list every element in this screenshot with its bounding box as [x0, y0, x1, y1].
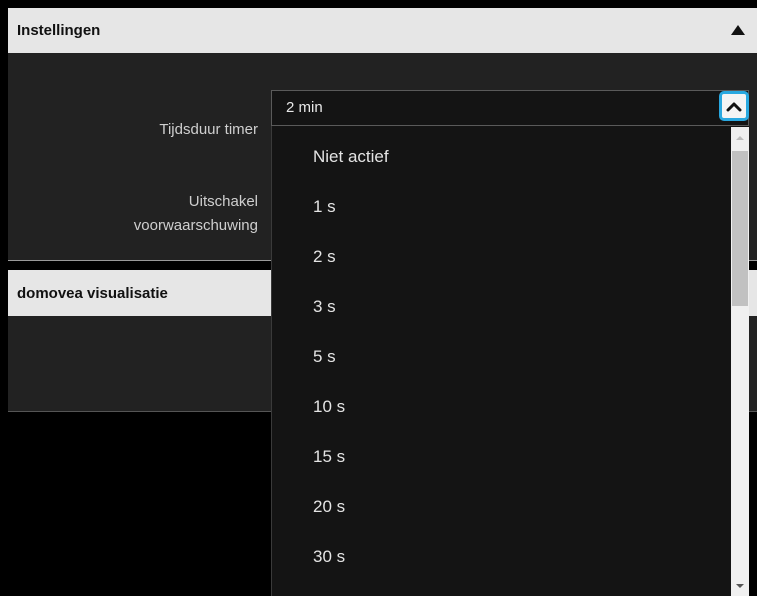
settings-section-title: Instellingen — [17, 22, 101, 39]
scrollbar-thumb[interactable] — [732, 151, 748, 306]
select-current-value: 2 min — [286, 99, 323, 116]
dropdown-toggle-button[interactable] — [719, 91, 749, 121]
timer-duration-label-text: Tijdsduur timer — [159, 121, 258, 138]
timer-duration-select[interactable]: 2 min — [271, 90, 749, 126]
dropdown-option[interactable]: 20 s — [313, 497, 345, 517]
dropdown-option[interactable]: 15 s — [313, 447, 345, 467]
shutdown-warning-label-line1: Uitschakel — [188, 193, 258, 210]
scroll-up-arrow-icon[interactable] — [736, 136, 744, 140]
dropdown-scrollbar[interactable] — [731, 127, 749, 596]
dropdown-option[interactable]: 30 s — [313, 547, 345, 567]
scroll-down-arrow-icon[interactable] — [736, 584, 744, 588]
shutdown-warning-label-line2: voorwaarschuwing — [133, 217, 258, 234]
triangle-up-icon[interactable] — [731, 25, 745, 35]
dropdown-options-list: Niet actief 1 s 2 s 3 s 5 s 10 s 15 s 20… — [271, 126, 749, 596]
settings-section-header[interactable]: Instellingen — [8, 8, 757, 53]
dropdown-option[interactable]: 2 s — [313, 247, 336, 267]
dropdown-option[interactable]: 5 s — [313, 347, 336, 367]
dropdown-option[interactable]: 3 s — [313, 297, 336, 317]
timer-duration-label: Tijdsduur timer — [159, 118, 258, 142]
dropdown-option[interactable]: Niet actief — [313, 147, 389, 167]
dropdown-option[interactable]: 1 s — [313, 197, 336, 217]
chevron-up-icon — [726, 102, 742, 112]
shutdown-warning-label: Uitschakel voorwaarschuwing — [134, 190, 258, 238]
visualization-section-title: domovea visualisatie — [17, 284, 168, 302]
dropdown-option[interactable]: 10 s — [313, 397, 345, 417]
